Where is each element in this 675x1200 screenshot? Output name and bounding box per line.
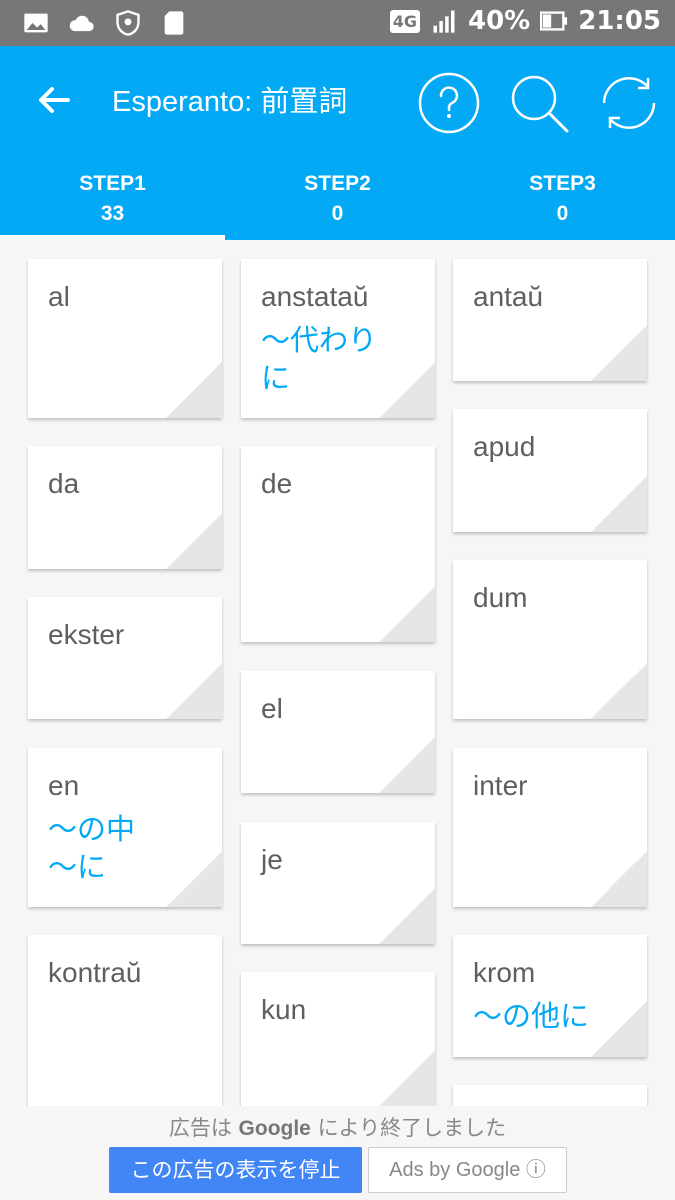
clock: 21:05 — [578, 6, 661, 36]
word-card[interactable]: ekster — [28, 597, 222, 719]
card-fold — [379, 1050, 435, 1106]
status-bar: 4G 40% 21:05 — [0, 0, 675, 46]
tab-label: STEP3 — [529, 172, 596, 195]
card-word: el — [261, 693, 283, 724]
card-word: kontraŭ — [48, 957, 142, 988]
card-fold — [379, 888, 435, 944]
card-fold — [379, 737, 435, 793]
tab-count: 0 — [556, 202, 569, 225]
card-fold — [591, 325, 647, 381]
stop-ad-button[interactable]: この広告の表示を停止 — [109, 1147, 362, 1193]
cloud-icon — [69, 15, 94, 32]
page-title: Esperanto: 前置詞 — [112, 86, 348, 118]
refresh-icon[interactable] — [596, 70, 662, 136]
tab-count: 33 — [100, 202, 125, 225]
card-word: antaŭ — [473, 281, 544, 312]
word-card[interactable]: anstataŭ 〜代わり に — [241, 259, 435, 418]
tab-label: STEP1 — [79, 172, 146, 195]
system-indicators: 4G 40% 21:05 — [389, 6, 661, 36]
card-word: al — [48, 281, 70, 312]
ad-banner: 広告は Google により終了しました この広告の表示を停止 Ads by G… — [0, 1106, 675, 1200]
word-card[interactable]: kun — [241, 972, 435, 1106]
battery-percent: 40% — [468, 6, 531, 36]
word-card[interactable]: dum — [453, 560, 647, 719]
card-word: anstataŭ — [261, 281, 369, 312]
word-card[interactable]: apud — [453, 409, 647, 532]
ad-closed-prefix: 広告は — [168, 1116, 232, 1140]
battery-icon — [540, 11, 568, 31]
tab-step2[interactable]: STEP2 0 — [225, 164, 450, 240]
card-fold — [166, 513, 222, 569]
tab-step1[interactable]: STEP1 33 — [0, 164, 225, 240]
app-bar: Esperanto: 前置詞 STEP1 33 STEP2 0 STEP3 0 — [0, 46, 675, 240]
signal-icon — [433, 10, 455, 33]
card-word: de — [261, 468, 293, 499]
word-card[interactable]: en 〜の中 〜に — [28, 748, 222, 907]
card-fold — [591, 476, 647, 532]
arrow-back-icon[interactable] — [30, 76, 78, 124]
card-fold — [591, 851, 647, 907]
step-tabs: STEP1 33 STEP2 0 STEP3 0 — [0, 164, 675, 240]
word-card[interactable]: inter — [453, 748, 647, 907]
word-card[interactable]: je — [241, 822, 435, 944]
card-word: dum — [473, 582, 528, 613]
card-fold — [166, 663, 222, 719]
card-word: je — [261, 844, 283, 875]
image-icon — [24, 13, 48, 33]
card-word: da — [48, 468, 80, 499]
card-fold — [379, 586, 435, 642]
word-card[interactable]: krom 〜の他に — [453, 935, 647, 1057]
network-type: 4G — [389, 9, 420, 33]
word-card[interactable]: el — [241, 671, 435, 793]
card-fold — [379, 362, 435, 418]
card-fold — [166, 362, 222, 418]
sd-card-icon — [164, 11, 184, 35]
word-card[interactable]: kontraŭ — [28, 935, 222, 1106]
card-word: inter — [473, 770, 528, 801]
ad-closed-suffix: により終了しました — [317, 1116, 507, 1140]
card-fold — [591, 663, 647, 719]
tab-step3[interactable]: STEP3 0 — [450, 164, 675, 240]
word-card[interactable]: da — [28, 446, 222, 569]
ads-by-google-button[interactable]: Ads by Google ⓘ — [368, 1147, 567, 1193]
word-card[interactable]: antaŭ — [453, 259, 647, 381]
search-icon[interactable] — [506, 70, 572, 136]
notification-icons — [22, 9, 188, 37]
card-word: en — [48, 770, 80, 801]
word-card[interactable]: de — [241, 446, 435, 642]
card-word: apud — [473, 431, 536, 462]
word-card[interactable]: al — [28, 259, 222, 418]
card-word: kun — [261, 994, 307, 1025]
shield-eye-icon — [116, 10, 140, 36]
word-card[interactable] — [453, 1085, 647, 1106]
card-fold — [591, 1001, 647, 1057]
card-fold — [166, 851, 222, 907]
google-logo: Google — [238, 1117, 311, 1140]
tab-label: STEP2 — [304, 172, 371, 195]
help-icon[interactable] — [416, 70, 482, 136]
tab-count: 0 — [331, 202, 344, 225]
card-word: ekster — [48, 619, 125, 650]
ad-closed-message: 広告は Google により終了しました — [0, 1112, 675, 1142]
card-word: krom — [473, 957, 536, 988]
